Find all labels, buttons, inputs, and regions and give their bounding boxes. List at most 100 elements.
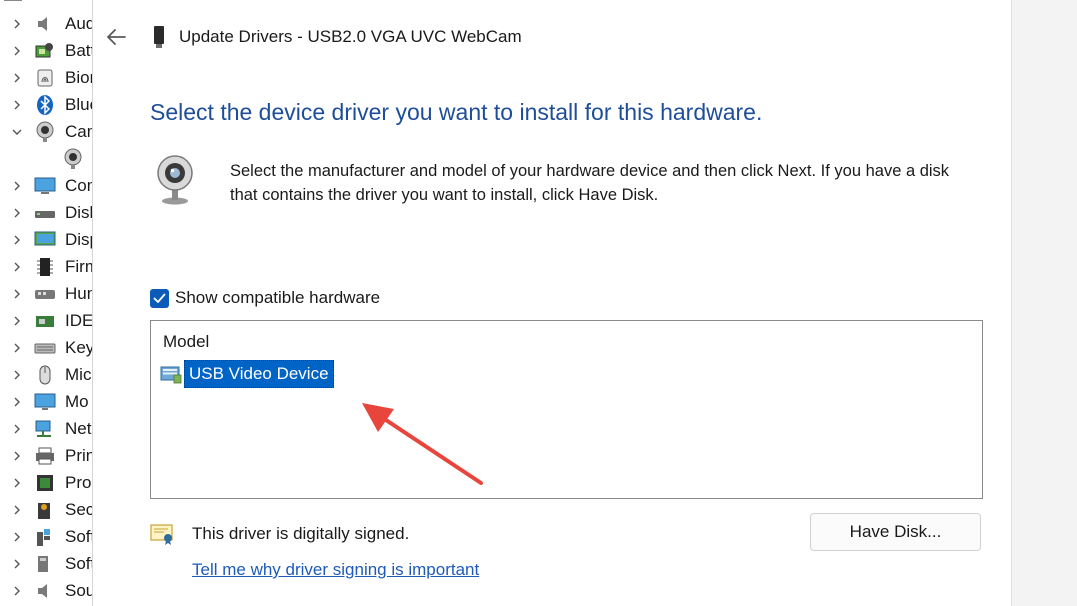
fingerprint-icon [34, 67, 56, 89]
processor-icon [34, 472, 56, 494]
network-icon [34, 418, 56, 440]
show-compatible-label: Show compatible hardware [175, 288, 381, 307]
tree-item-label: IDE [65, 310, 93, 330]
show-compatible-checkbox[interactable] [150, 288, 169, 308]
back-button[interactable] [103, 24, 129, 50]
model-list-item[interactable]: USB Video Device [160, 360, 334, 388]
chevron-right-icon[interactable] [10, 17, 24, 31]
disk-drive-icon [34, 202, 56, 224]
monitor-icon [34, 391, 56, 413]
computer-icon [34, 175, 56, 197]
tree-item-label: Secu [65, 499, 93, 519]
tree-item[interactable]: Com [0, 172, 93, 199]
tree-item-label: Key [65, 337, 93, 357]
tree-item[interactable]: Blue [0, 91, 93, 118]
chevron-right-icon[interactable] [10, 44, 24, 58]
chevron-right-icon[interactable] [10, 395, 24, 409]
chevron-right-icon[interactable] [10, 71, 24, 85]
tree-item[interactable]: Key [0, 334, 93, 361]
ide-controller-icon [34, 310, 56, 332]
chevron-right-icon[interactable] [10, 98, 24, 112]
tree-item-label: Sou [65, 580, 93, 600]
background-window-edge [1011, 0, 1077, 606]
model-column-header: Model [163, 332, 210, 351]
tree-item-label: Cam [65, 121, 93, 141]
chevron-right-icon[interactable] [10, 233, 24, 247]
chevron-right-icon[interactable] [10, 530, 24, 544]
chevron-right-icon[interactable] [10, 557, 24, 571]
tree-item-label: Hum [65, 283, 93, 303]
tree-item[interactable]: Firm [0, 253, 93, 280]
tree-item[interactable]: Aud [0, 10, 93, 37]
checkmark-icon [153, 293, 166, 303]
chevron-right-icon[interactable] [10, 584, 24, 598]
chevron-right-icon[interactable] [10, 314, 24, 328]
tree-item[interactable]: Batt [0, 37, 93, 64]
mouse-icon [34, 364, 56, 386]
tree-partial-row [0, 0, 93, 6]
tree-item[interactable]: Secu [0, 496, 93, 523]
chevron-right-icon[interactable] [10, 341, 24, 355]
printer-icon [34, 445, 56, 467]
have-disk-button[interactable]: Have Disk... [810, 513, 981, 551]
chevron-right-icon[interactable] [10, 368, 24, 382]
bluetooth-icon [34, 94, 56, 116]
tree-item[interactable]: Prin [0, 442, 93, 469]
tree-item[interactable]: Cam [0, 118, 93, 145]
chevron-down-icon[interactable] [10, 125, 24, 139]
tree-item-label: Aud [65, 13, 93, 33]
chevron-right-icon[interactable] [10, 449, 24, 463]
update-drivers-dialog: Update Drivers - USB2.0 VGA UVC WebCam S… [93, 0, 1011, 606]
tree-item[interactable]: Disk [0, 199, 93, 226]
tree-item[interactable]: IDE [0, 307, 93, 334]
show-compatible-row[interactable]: Show compatible hardware [150, 288, 380, 308]
tree-item[interactable]: Sou [0, 577, 93, 604]
battery-icon [34, 40, 56, 62]
tree-item-label: Blue [65, 94, 93, 114]
chevron-right-icon[interactable] [10, 287, 24, 301]
instructions-text: Select the manufacturer and model of you… [230, 162, 950, 204]
tree-item-label: Soft [65, 553, 93, 573]
tree-item[interactable]: Proc [0, 469, 93, 496]
tree-item-label: Mo [65, 391, 89, 411]
annotation-arrow [362, 403, 483, 485]
sound-icon [34, 580, 56, 602]
chevron-right-icon[interactable] [10, 503, 24, 517]
tree-item[interactable]: Mo [0, 388, 93, 415]
tree-item-label: Prin [65, 445, 93, 465]
tree-item-label: Net [65, 418, 92, 438]
driver-package-icon [160, 366, 182, 384]
tree-item[interactable]: Soft [0, 523, 93, 550]
security-device-icon [34, 499, 56, 521]
tree-item[interactable]: Mic [0, 361, 93, 388]
tree-item[interactable]: Disp [0, 226, 93, 253]
software-device-icon [34, 553, 56, 575]
keyboard-icon [34, 337, 56, 359]
usb-device-icon [150, 24, 168, 50]
chevron-right-icon[interactable] [10, 260, 24, 274]
tree-item[interactable] [0, 145, 93, 172]
chevron-right-icon[interactable] [10, 206, 24, 220]
tree-item-label: Proc [65, 472, 93, 492]
model-list[interactable]: Model USB Video Device [150, 320, 983, 499]
tree-item-label: Disk [65, 202, 93, 222]
software-component-icon [34, 526, 56, 548]
chevron-right-icon[interactable] [10, 422, 24, 436]
tree-item[interactable]: Soft [0, 550, 93, 577]
tree-item[interactable]: Hum [0, 280, 93, 307]
tree-item-label: Soft [65, 526, 93, 546]
dialog-title: Update Drivers - USB2.0 VGA UVC WebCam [179, 27, 522, 46]
tree-item-label: Com [65, 175, 93, 195]
tree-item-label: Batt [65, 40, 93, 60]
tree-item-label: Firm [65, 256, 93, 276]
back-arrow-icon [107, 29, 126, 45]
webcam-icon [156, 153, 194, 205]
firmware-icon [34, 256, 56, 278]
tree-item[interactable]: Net [0, 415, 93, 442]
chevron-right-icon[interactable] [10, 476, 24, 490]
chevron-right-icon[interactable] [10, 179, 24, 193]
page-heading: Select the device driver you want to ins… [150, 99, 763, 125]
tree-item[interactable]: Biom [0, 64, 93, 91]
tree-item-label: Biom [65, 67, 93, 87]
driver-signing-link[interactable]: Tell me why driver signing is important [192, 560, 479, 580]
